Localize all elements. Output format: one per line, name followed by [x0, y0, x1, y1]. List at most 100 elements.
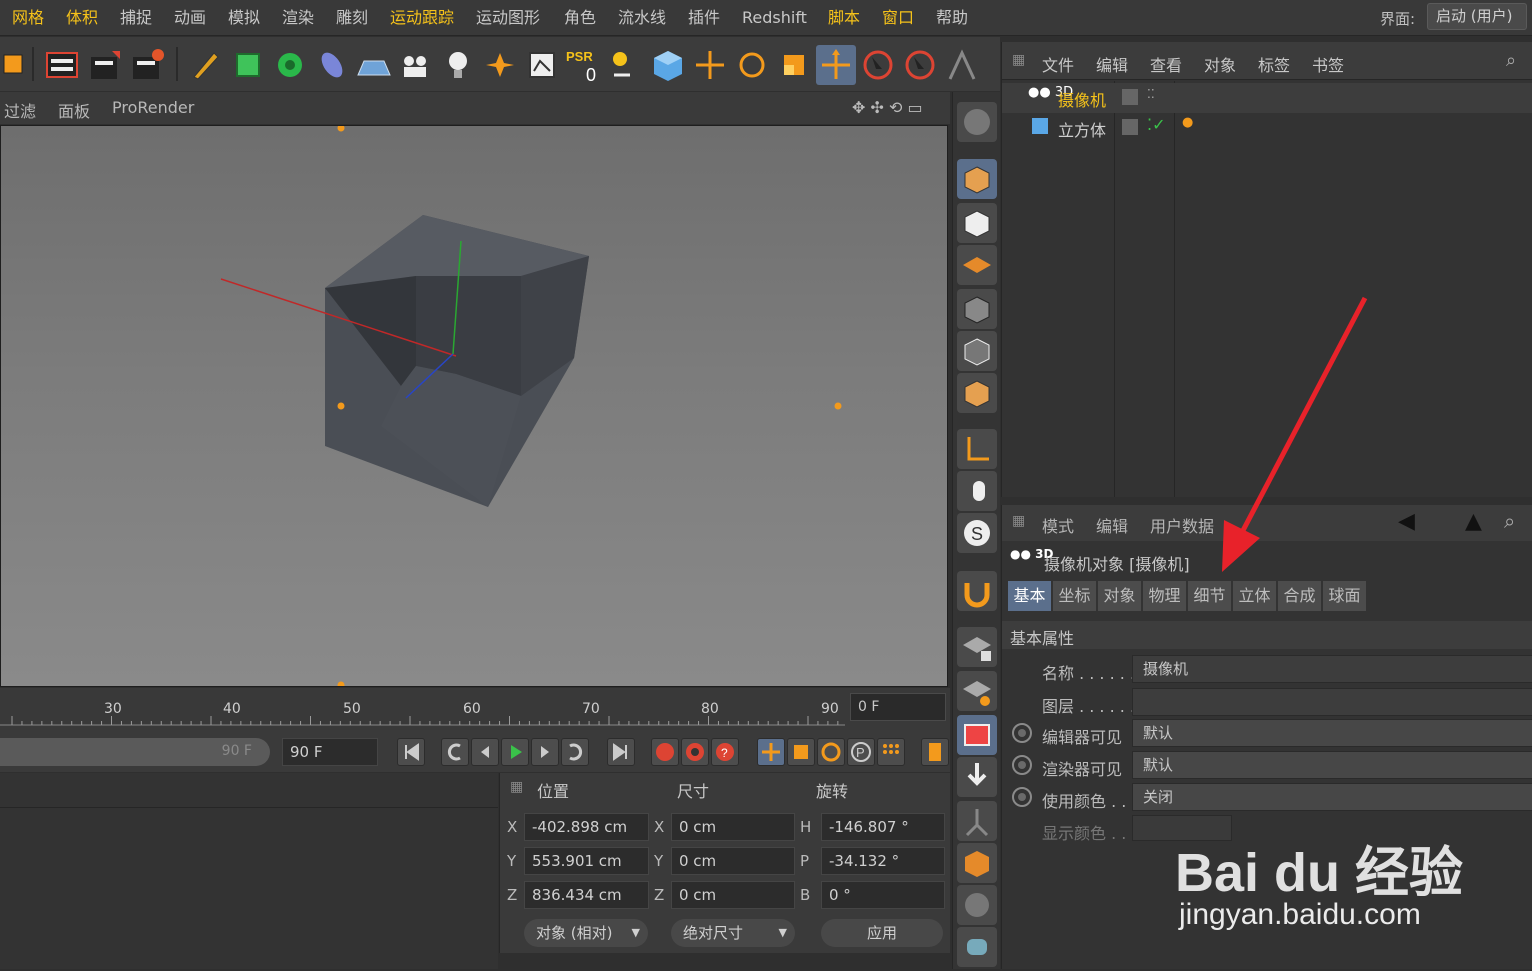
tab-physical[interactable]: 物理 — [1143, 581, 1187, 611]
cube-export-icon[interactable] — [957, 843, 997, 883]
menu-motion-tracking[interactable]: 运动跟踪 — [390, 8, 454, 28]
animate-radio[interactable] — [1012, 755, 1032, 775]
edges-mode-icon[interactable] — [957, 331, 997, 371]
animate-radio[interactable] — [1012, 787, 1032, 807]
texture-mode-icon[interactable] — [957, 203, 997, 243]
menu-script[interactable]: 脚本 — [828, 8, 860, 28]
frame-handle[interactable] — [337, 681, 345, 688]
workplane-icon[interactable] — [957, 102, 997, 142]
render-view-icon[interactable] — [86, 45, 126, 85]
use-color-select[interactable]: 关闭 — [1132, 783, 1532, 811]
keyframe-selection-icon[interactable]: ? — [711, 738, 739, 766]
menu-sculpt[interactable]: 雕刻 — [336, 8, 368, 28]
name-field[interactable]: 摄像机 — [1132, 655, 1532, 683]
character-icon[interactable] — [957, 801, 997, 841]
viewport-3d[interactable] — [0, 125, 948, 687]
deformer-icon[interactable] — [312, 45, 352, 85]
attr-menu-mode[interactable]: 模式 — [1042, 513, 1074, 537]
prev-frame-icon[interactable] — [471, 738, 499, 766]
explode-icon[interactable] — [480, 45, 520, 85]
layer-field[interactable] — [1132, 688, 1532, 716]
model-mode-icon[interactable] — [957, 159, 997, 199]
camera-icon[interactable] — [396, 45, 436, 85]
om-menu-bookmarks[interactable]: 书签 — [1312, 52, 1344, 76]
menu-pipeline[interactable]: 流水线 — [618, 8, 666, 28]
tab-spherical[interactable]: 球面 — [1323, 581, 1367, 611]
size-y-field[interactable]: 0 cm — [671, 847, 795, 875]
coordinate-mode-select[interactable]: 对象 (相对) ▼ — [524, 919, 648, 947]
tab-details[interactable]: 细节 — [1188, 581, 1232, 611]
xyz-icon[interactable] — [606, 45, 646, 85]
disabled-icon[interactable] — [957, 885, 997, 925]
object-row-camera[interactable]: ●● 3D 摄像机 ⁚⁚ — [1002, 83, 1532, 113]
tab-object[interactable]: 对象 — [1098, 581, 1142, 611]
magnet-icon[interactable] — [957, 571, 997, 611]
material-tag-icon[interactable]: ● — [1182, 115, 1193, 130]
menu-snap[interactable]: 捕捉 — [120, 8, 152, 28]
render-queue-icon[interactable] — [522, 45, 562, 85]
frame-range-slider[interactable]: 90 F — [0, 738, 270, 766]
pos-y-field[interactable]: 553.901 cm — [524, 847, 649, 875]
autokey-icon[interactable] — [681, 738, 709, 766]
menu-redshift[interactable]: Redshift — [742, 8, 807, 28]
rot-p-field[interactable]: -34.132 ° — [821, 847, 945, 875]
tab-coord[interactable]: 坐标 — [1053, 581, 1097, 611]
psr-icon[interactable]: PSR 0 — [564, 45, 604, 85]
floor-icon[interactable] — [354, 45, 394, 85]
size-x-field[interactable]: 0 cm — [671, 813, 795, 841]
workplane-grid-icon[interactable] — [957, 245, 997, 285]
cube-select-icon[interactable] — [228, 45, 268, 85]
snap-icon[interactable]: S — [957, 513, 997, 553]
rot-b-field[interactable]: 0 ° — [821, 881, 945, 909]
tab-stereo[interactable]: 立体 — [1233, 581, 1277, 611]
search-icon[interactable]: ⌕ — [1506, 50, 1516, 71]
play-icon[interactable] — [501, 738, 529, 766]
timeline-ruler[interactable]: 30 40 50 60 70 80 90 0 F — [0, 688, 950, 730]
up-arrow-icon[interactable]: ▲ — [1465, 509, 1482, 534]
rect-select-icon[interactable] — [900, 45, 940, 85]
viewport-solo-icon[interactable] — [957, 715, 997, 755]
pos-z-field[interactable]: 836.434 cm — [524, 881, 649, 909]
frame-handle[interactable] — [834, 402, 842, 410]
move-icon[interactable] — [690, 45, 730, 85]
om-menu-tags[interactable]: 标签 — [1258, 52, 1290, 76]
pen-icon[interactable] — [186, 45, 226, 85]
frame-handle[interactable] — [337, 402, 345, 410]
menu-character[interactable]: 角色 — [564, 8, 596, 28]
key-rotation-icon[interactable] — [817, 738, 845, 766]
om-menu-edit[interactable]: 编辑 — [1096, 52, 1128, 76]
visibility-toggle-icon[interactable] — [1122, 119, 1138, 135]
animate-radio[interactable] — [1012, 723, 1032, 743]
size-mode-select[interactable]: 绝对尺寸 ▼ — [671, 919, 795, 947]
menu-mesh[interactable]: 网格 — [12, 8, 44, 28]
rotate-icon[interactable] — [732, 45, 772, 85]
rot-h-field[interactable]: -146.807 ° — [821, 813, 945, 841]
go-to-start-icon[interactable] — [397, 738, 425, 766]
size-z-field[interactable]: 0 cm — [671, 881, 795, 909]
om-menu-view[interactable]: 查看 — [1150, 52, 1182, 76]
tab-basic[interactable]: 基本 — [1008, 581, 1052, 611]
tab-composition[interactable]: 合成 — [1278, 581, 1322, 611]
menu-plugins[interactable]: 插件 — [688, 8, 720, 28]
visibility-toggle-icon[interactable] — [1122, 89, 1138, 105]
apply-button[interactable]: 应用 — [821, 919, 943, 947]
record-key-icon[interactable] — [651, 738, 679, 766]
lock-grid-icon[interactable] — [957, 627, 997, 667]
next-frame-icon[interactable] — [531, 738, 559, 766]
polygons-mode-icon[interactable] — [957, 373, 997, 413]
scale-icon[interactable] — [774, 45, 814, 85]
points-mode-icon[interactable] — [957, 289, 997, 329]
om-menu-objects[interactable]: 对象 — [1204, 52, 1236, 76]
viewport-nav-icons[interactable]: ✥ ✣ ⟲ ▭ — [852, 98, 923, 117]
cube-object[interactable] — [325, 215, 589, 507]
viewport-menu-prorender[interactable]: ProRender — [112, 98, 194, 117]
key-position-icon[interactable] — [757, 738, 785, 766]
menu-simulate[interactable]: 模拟 — [228, 8, 260, 28]
menu-render[interactable]: 渲染 — [282, 8, 314, 28]
menu-help[interactable]: 帮助 — [936, 8, 968, 28]
key-scale-icon[interactable] — [787, 738, 815, 766]
snap-grid-icon[interactable] — [957, 671, 997, 711]
current-frame-field[interactable]: 0 F — [850, 693, 946, 721]
render-settings-icon[interactable] — [128, 45, 168, 85]
go-to-end-icon[interactable] — [607, 738, 635, 766]
